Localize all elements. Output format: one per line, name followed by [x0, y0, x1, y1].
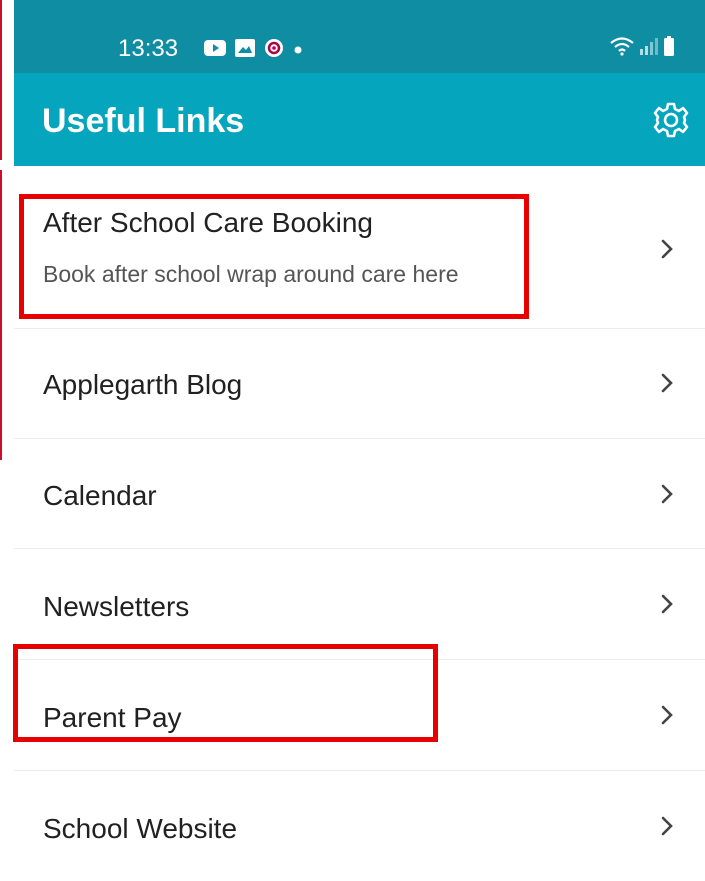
list-item-calendar[interactable]: Calendar — [14, 439, 705, 549]
chevron-right-icon — [658, 372, 676, 394]
list-item-title: School Website — [43, 813, 238, 844]
youtube-icon — [204, 40, 226, 61]
page-title: Useful Links — [42, 102, 245, 140]
dot-icon — [293, 42, 303, 60]
chevron-right-icon — [658, 483, 676, 505]
chevron-right-icon — [658, 704, 676, 726]
links-list: After School Care Booking Book after sch… — [14, 166, 705, 881]
image-icon — [235, 39, 255, 62]
left-edge-line — [0, 0, 2, 160]
left-edge-line-lower — [0, 170, 2, 460]
app-bar: Useful Links — [14, 73, 705, 166]
chevron-right-icon — [658, 238, 676, 260]
list-item-title: Calendar — [43, 480, 157, 511]
wifi-icon — [609, 36, 635, 61]
list-item-after-school-care-booking[interactable]: After School Care Booking Book after sch… — [14, 166, 705, 329]
chevron-right-icon — [658, 815, 676, 837]
list-item-school-website[interactable]: School Website — [14, 771, 705, 881]
list-item-applegarth-blog[interactable]: Applegarth Blog — [14, 329, 705, 439]
list-item-parent-pay[interactable]: Parent Pay — [14, 660, 705, 771]
list-item-title: Parent Pay — [43, 702, 182, 733]
chevron-right-icon — [658, 593, 676, 615]
status-bar: 13:33 — [14, 0, 705, 73]
record-icon — [264, 38, 284, 63]
battery-icon — [663, 36, 675, 61]
signal-icon — [639, 37, 659, 60]
list-item-title: Newsletters — [43, 591, 190, 622]
status-time: 13:33 — [118, 35, 179, 62]
gear-icon[interactable] — [651, 100, 691, 140]
list-item-title: After School Care Booking — [43, 207, 373, 238]
list-item-subtitle: Book after school wrap around care here — [43, 261, 459, 287]
list-item-title: Applegarth Blog — [43, 369, 243, 400]
list-item-newsletters[interactable]: Newsletters — [14, 549, 705, 660]
